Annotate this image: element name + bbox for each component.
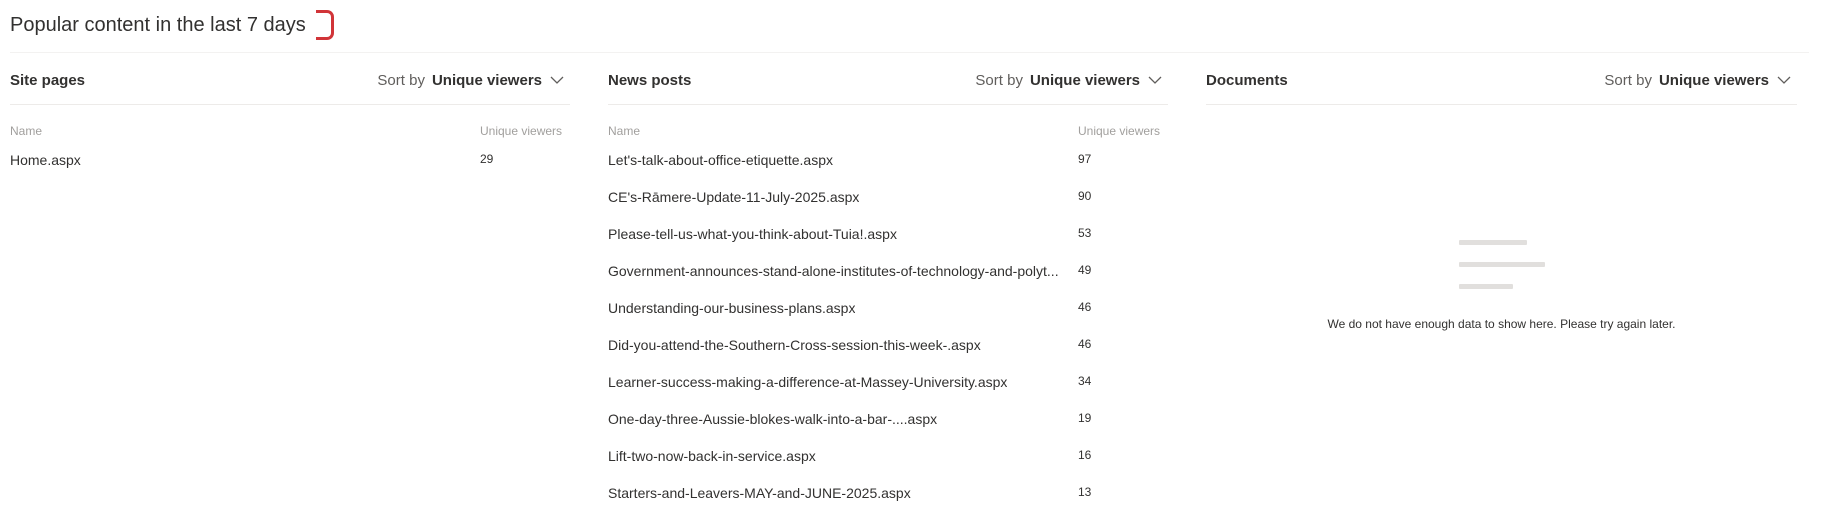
chevron-down-icon (1148, 76, 1162, 84)
news-posts-sort-dropdown[interactable]: Sort by Unique viewers (975, 72, 1168, 89)
site-pages-header: Site pages Sort by Unique viewers (10, 56, 570, 105)
row-name-link[interactable]: Home.aspx (10, 152, 81, 168)
site-pages-sort-dropdown[interactable]: Sort by Unique viewers (377, 72, 570, 89)
chevron-down-icon (550, 76, 564, 84)
table-header: Name Unique viewers (10, 124, 570, 140)
row-viewers-count: 29 (480, 152, 494, 166)
documents-sort-dropdown[interactable]: Sort by Unique viewers (1604, 72, 1797, 89)
row-viewers-count: 16 (1078, 448, 1092, 462)
sort-value: Unique viewers (1029, 71, 1140, 89)
table-header: Name Unique viewers (608, 124, 1168, 140)
chevron-down-icon (1777, 76, 1791, 84)
table-row: Please-tell-us-what-you-think-about-Tuia… (608, 217, 1168, 254)
row-name-link[interactable]: CE's-Rāmere-Update-11-July-2025.aspx (608, 189, 859, 205)
table-row: Let's-talk-about-office-etiquette.aspx 97 (608, 143, 1168, 180)
table-row: CE's-Rāmere-Update-11-July-2025.aspx 90 (608, 180, 1168, 217)
row-viewers-count: 90 (1078, 189, 1092, 203)
table-row: Government-announces-stand-alone-institu… (608, 254, 1168, 291)
documents-title: Documents (1206, 71, 1288, 89)
table-row: Home.aspx 29 (10, 143, 570, 180)
table-row: Understanding-our-business-plans.aspx 46 (608, 291, 1168, 328)
sort-value: Unique viewers (1658, 71, 1769, 89)
sort-label: Sort by (377, 71, 425, 89)
row-viewers-count: 46 (1078, 300, 1092, 314)
row-name-link[interactable]: Lift-two-now-back-in-service.aspx (608, 448, 816, 464)
column-name-header: Name (608, 124, 641, 138)
row-viewers-count: 13 (1078, 485, 1092, 499)
row-name-link[interactable]: Let's-talk-about-office-etiquette.aspx (608, 152, 833, 168)
site-pages-table: Name Unique viewers Home.aspx 29 (10, 124, 570, 180)
site-pages-panel: Site pages Sort by Unique viewers Name U… (10, 56, 570, 180)
news-posts-table: Name Unique viewers Let's-talk-about-off… (608, 124, 1168, 513)
table-row: One-day-three-Aussie-blokes-walk-into-a-… (608, 402, 1168, 439)
page-header: Popular content in the last 7 days (10, 8, 334, 42)
documents-header: Documents Sort by Unique viewers (1206, 56, 1797, 105)
news-posts-header: News posts Sort by Unique viewers (608, 56, 1168, 105)
sort-value: Unique viewers (431, 71, 542, 89)
column-name-header: Name (10, 124, 43, 138)
row-name-link[interactable]: Government-announces-stand-alone-institu… (608, 263, 1059, 279)
documents-panel: Documents Sort by Unique viewers We do n… (1206, 56, 1797, 456)
table-row: Lift-two-now-back-in-service.aspx 16 (608, 439, 1168, 476)
site-pages-rows: Home.aspx 29 (10, 143, 570, 180)
empty-lines-icon (1458, 240, 1545, 289)
highlight-bracket (315, 10, 334, 40)
column-viewers-header: Unique viewers (1078, 124, 1161, 138)
site-pages-title: Site pages (10, 71, 86, 89)
news-posts-title: News posts (608, 71, 692, 89)
documents-empty-state: We do not have enough data to show here.… (1206, 240, 1797, 331)
row-name-link[interactable]: Understanding-our-business-plans.aspx (608, 300, 855, 316)
row-name-link[interactable]: Please-tell-us-what-you-think-about-Tuia… (608, 226, 897, 242)
news-posts-panel: News posts Sort by Unique viewers Name U… (608, 56, 1168, 513)
row-name-link[interactable]: Starters-and-Leavers-MAY-and-JUNE-2025.a… (608, 485, 911, 501)
table-row: Starters-and-Leavers-MAY-and-JUNE-2025.a… (608, 476, 1168, 513)
row-viewers-count: 46 (1078, 337, 1092, 351)
row-name-link[interactable]: Learner-success-making-a-difference-at-M… (608, 374, 1007, 390)
table-row: Did-you-attend-the-Southern-Cross-sessio… (608, 328, 1168, 365)
row-viewers-count: 49 (1078, 263, 1092, 277)
row-name-link[interactable]: One-day-three-Aussie-blokes-walk-into-a-… (608, 411, 937, 427)
row-name-link[interactable]: Did-you-attend-the-Southern-Cross-sessio… (608, 337, 981, 353)
row-viewers-count: 53 (1078, 226, 1092, 240)
page-title: Popular content in the last 7 days (10, 14, 306, 36)
row-viewers-count: 34 (1078, 374, 1092, 388)
table-row: Learner-success-making-a-difference-at-M… (608, 365, 1168, 402)
header-divider (10, 52, 1809, 53)
sort-label: Sort by (975, 71, 1023, 89)
column-viewers-header: Unique viewers (480, 124, 563, 138)
empty-state-message: We do not have enough data to show here.… (1327, 317, 1676, 331)
row-viewers-count: 19 (1078, 411, 1092, 425)
news-posts-rows: Let's-talk-about-office-etiquette.aspx 97… (608, 143, 1168, 513)
row-viewers-count: 97 (1078, 152, 1092, 166)
sort-label: Sort by (1604, 71, 1652, 89)
